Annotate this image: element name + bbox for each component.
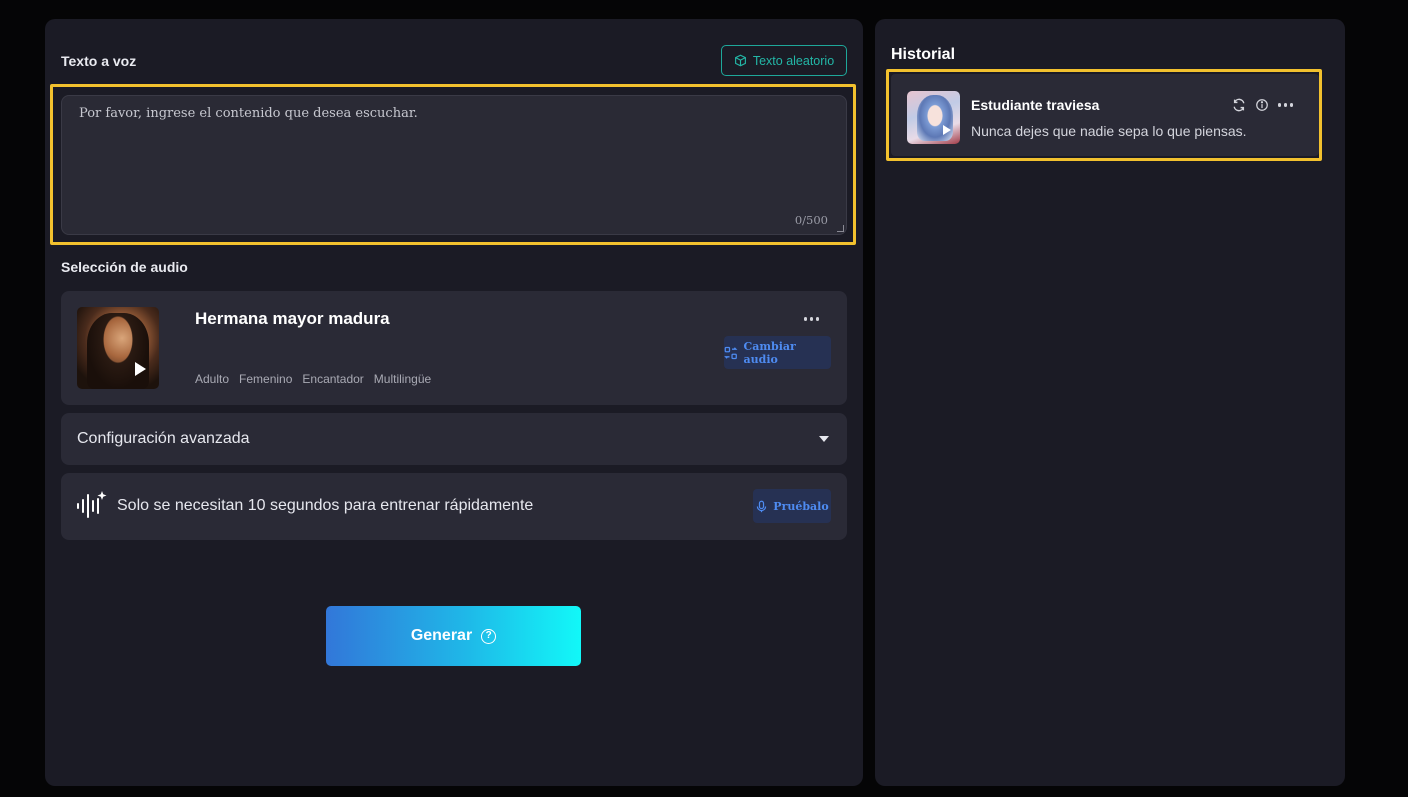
history-text: Nunca dejes que nadie sepa lo que piensa…: [971, 123, 1247, 139]
voice-tag: Multilingüe: [373, 372, 432, 386]
advanced-settings-label: Configuración avanzada: [77, 430, 250, 447]
generate-label: Generar: [410, 627, 473, 644]
training-label: Solo se necesitan 10 segundos para entre…: [117, 497, 534, 514]
random-text-button[interactable]: Texto aleatorio: [721, 45, 847, 76]
cube-icon: [734, 54, 746, 67]
random-text-label: Texto aleatorio: [752, 53, 835, 68]
voice-training-banner: Solo se necesitan 10 segundos para entre…: [61, 473, 847, 540]
text-input[interactable]: Por favor, ingrese el contenido que dese…: [61, 95, 847, 235]
resize-handle[interactable]: [837, 225, 844, 232]
change-audio-label: Cambiar audio: [743, 339, 796, 366]
history-voice-name: Estudiante traviesa: [971, 97, 1100, 113]
try-label: Pruébalo: [773, 499, 829, 513]
voice-tag: Adulto: [195, 372, 230, 386]
generate-button[interactable]: Generar ?: [326, 606, 581, 666]
history-title: Historial: [891, 46, 956, 63]
try-training-button[interactable]: Pruébalo: [753, 489, 831, 523]
text-input-placeholder: Por favor, ingrese el contenido que dese…: [79, 106, 418, 121]
selected-voice-card: Hermana mayor madura Adulto Femenino Enc…: [61, 291, 847, 405]
voice-avatar[interactable]: [77, 307, 159, 389]
swap-grid-icon: [724, 346, 738, 359]
info-icon[interactable]: [1255, 98, 1269, 112]
help-icon[interactable]: ?: [481, 628, 497, 644]
change-audio-button[interactable]: Cambiar audio: [724, 336, 831, 369]
tts-section-label: Texto a voz: [61, 53, 137, 69]
play-icon[interactable]: [135, 362, 146, 376]
refresh-icon[interactable]: [1232, 98, 1246, 112]
voice-wave-icon: [77, 491, 107, 518]
voice-tags: Adulto Femenino Encantador Multilingüe: [195, 372, 431, 386]
voice-tag: Encantador: [302, 372, 364, 386]
more-icon[interactable]: [803, 317, 819, 321]
history-voice-avatar[interactable]: [907, 91, 960, 144]
more-icon[interactable]: [1277, 103, 1293, 107]
voice-name: Hermana mayor madura: [195, 309, 390, 328]
history-panel: Historial Estudiante traviesa Nunca deje…: [875, 19, 1345, 786]
mic-icon: [757, 500, 767, 512]
audio-section-label: Selección de audio: [61, 259, 188, 275]
history-item[interactable]: Estudiante traviesa Nunca dejes que nadi…: [891, 74, 1319, 156]
caret-down-icon: [819, 436, 829, 442]
history-actions: [1232, 98, 1293, 112]
char-counter: 0/500: [794, 213, 828, 227]
tts-panel: Texto a voz Texto aleatorio Por favor, i…: [45, 19, 863, 786]
avatar-art: [87, 313, 149, 389]
advanced-settings-toggle[interactable]: Configuración avanzada: [61, 413, 847, 465]
voice-tag: Femenino: [239, 372, 293, 386]
play-icon[interactable]: [943, 125, 951, 135]
